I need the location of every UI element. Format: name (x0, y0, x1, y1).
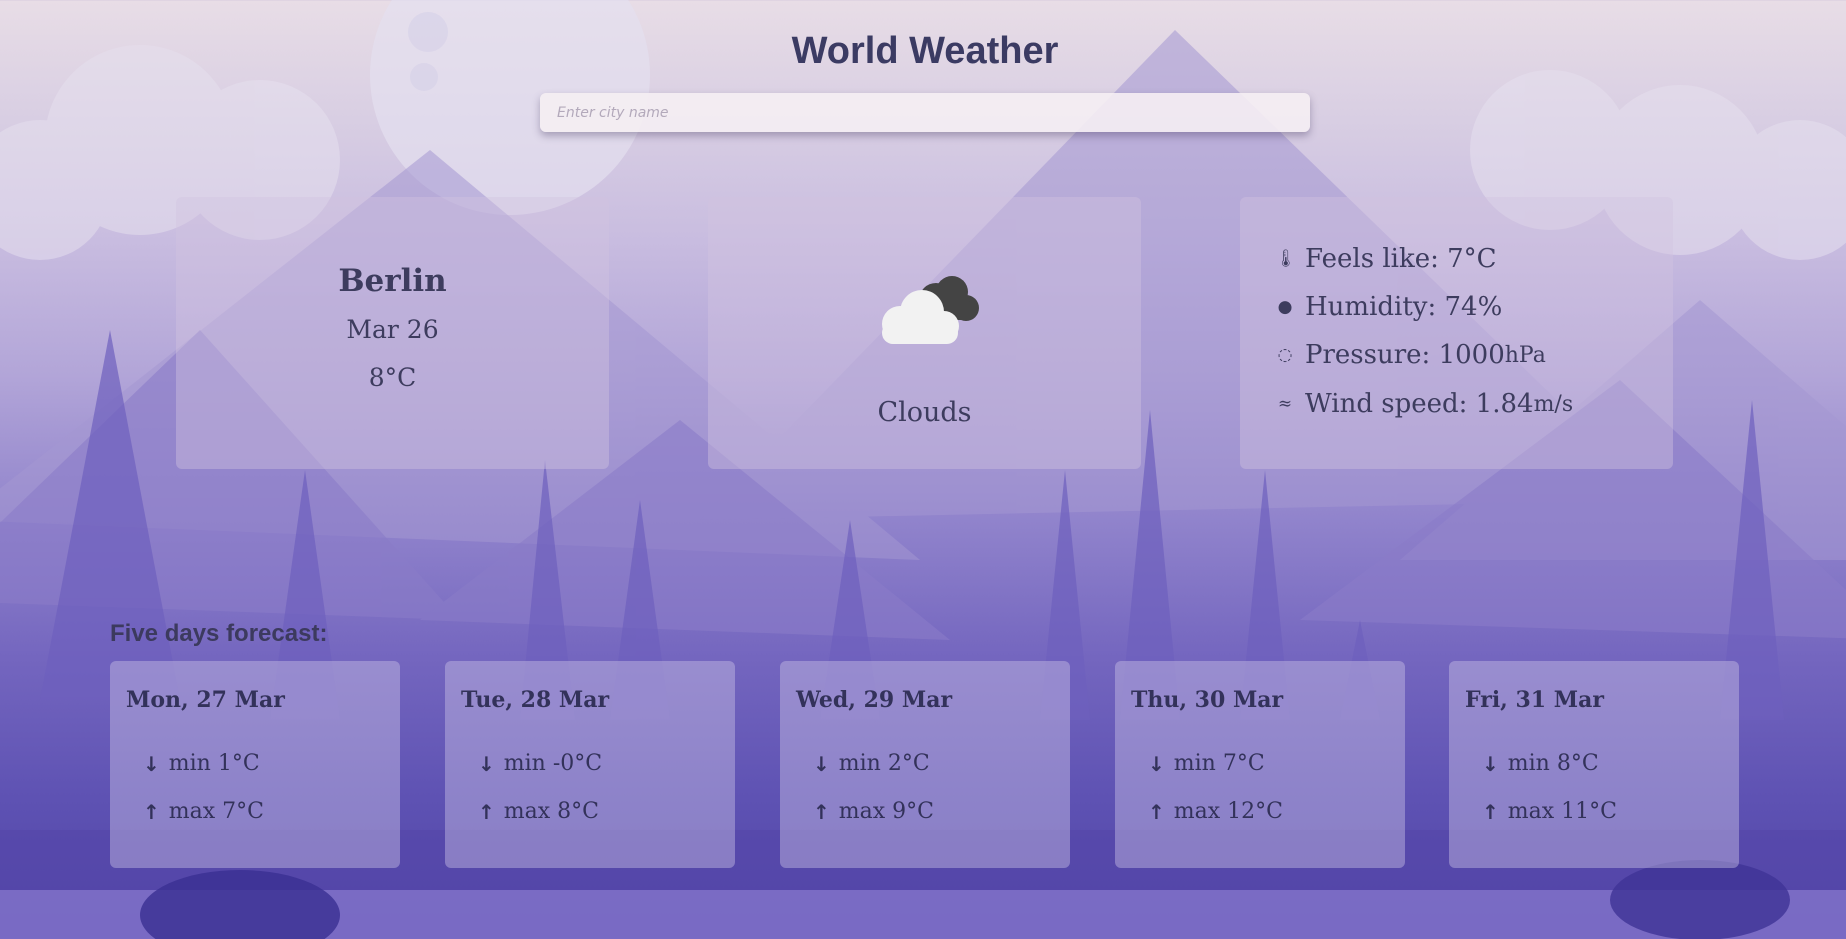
current-city-panel: Berlin Mar 26 8°C (176, 197, 609, 469)
forecast-day-name: Tue, 28 Mar (461, 687, 610, 713)
arrow-up-icon: ↑ (143, 799, 160, 824)
forecast-day-card: Fri, 31 Mar ↓ min 8°C ↑ max 11°C (1449, 661, 1739, 868)
arrow-up-icon: ↑ (813, 799, 830, 824)
forecast-min-temp: min 1°C (168, 751, 260, 776)
arrow-down-icon: ↓ (143, 751, 160, 776)
forecast-min-temp: min 8°C (1507, 751, 1599, 776)
forecast-max-row: ↑ max 12°C (1148, 799, 1283, 824)
forecast-day-card: Tue, 28 Mar ↓ min -0°C ↑ max 8°C (445, 661, 735, 868)
cloud-icon (882, 276, 979, 344)
forecast-day-card: Thu, 30 Mar ↓ min 7°C ↑ max 12°C (1115, 661, 1405, 868)
arrow-down-icon: ↓ (813, 751, 830, 776)
arrow-up-icon: ↑ (478, 799, 495, 824)
current-date: Mar 26 (346, 315, 439, 344)
feels-like-text: Feels like: 7°C (1305, 244, 1497, 274)
forecast-min-temp: min 7°C (1173, 751, 1265, 776)
details-panel: 🌡︎ Feels like: 7°C ● Humidity: 74% ◌ Pre… (1240, 197, 1673, 469)
thermometer-icon: 🌡︎ (1275, 249, 1297, 269)
forecast-day-card: Wed, 29 Mar ↓ min 2°C ↑ max 9°C (780, 661, 1070, 868)
forecast-title: Five days forecast: (110, 620, 328, 647)
pressure-unit: hPa (1504, 342, 1546, 368)
forecast-min-temp: min -0°C (503, 751, 603, 776)
forecast-max-row: ↑ max 9°C (813, 799, 934, 824)
forecast-max-temp: max 8°C (503, 799, 599, 824)
pressure-text: Pressure: 1000 (1305, 340, 1505, 370)
pressure-icon: ◌ (1277, 345, 1293, 365)
feels-like-row: 🌡︎ Feels like: 7°C (1275, 239, 1497, 279)
page-title: World Weather (791, 30, 1059, 72)
forecast-min-row: ↓ min -0°C (478, 751, 602, 776)
forecast-min-row: ↓ min 8°C (1482, 751, 1599, 776)
arrow-down-icon: ↓ (1148, 751, 1165, 776)
pressure-row: ◌ Pressure: 1000 hPa (1275, 335, 1546, 375)
wind-icon: ≈ (1277, 394, 1293, 414)
forecast-day-card: Mon, 27 Mar ↓ min 1°C ↑ max 7°C (110, 661, 400, 868)
forecast-min-row: ↓ min 1°C (143, 751, 260, 776)
wind-row: ≈ Wind speed: 1.84 m/s (1275, 384, 1573, 424)
arrow-up-icon: ↑ (1148, 799, 1165, 824)
forecast-max-row: ↑ max 7°C (143, 799, 264, 824)
arrow-up-icon: ↑ (1482, 799, 1499, 824)
arrow-down-icon: ↓ (1482, 751, 1499, 776)
humidity-text: Humidity: 74% (1305, 292, 1503, 322)
city-search-input[interactable] (540, 93, 1310, 132)
arrow-down-icon: ↓ (478, 751, 495, 776)
wind-unit: m/s (1533, 391, 1574, 417)
city-name: Berlin (338, 263, 447, 299)
condition-label: Clouds (877, 397, 972, 428)
condition-panel: Clouds (708, 197, 1141, 469)
forecast-max-temp: max 11°C (1507, 799, 1617, 824)
wind-text: Wind speed: 1.84 (1305, 389, 1534, 419)
search-box[interactable] (540, 93, 1310, 132)
forecast-min-row: ↓ min 2°C (813, 751, 930, 776)
forecast-day-name: Mon, 27 Mar (126, 687, 285, 713)
forecast-max-row: ↑ max 11°C (1482, 799, 1617, 824)
forecast-max-temp: max 12°C (1173, 799, 1283, 824)
forecast-max-temp: max 9°C (838, 799, 934, 824)
forecast-max-row: ↑ max 8°C (478, 799, 599, 824)
current-temperature: 8°C (368, 363, 417, 392)
humidity-row: ● Humidity: 74% (1275, 287, 1503, 327)
droplet-icon: ● (1277, 297, 1293, 317)
forecast-max-temp: max 7°C (168, 799, 264, 824)
forecast-min-temp: min 2°C (838, 751, 930, 776)
forecast-day-name: Thu, 30 Mar (1131, 687, 1284, 713)
forecast-min-row: ↓ min 7°C (1148, 751, 1265, 776)
forecast-day-name: Fri, 31 Mar (1465, 687, 1604, 713)
forecast-day-name: Wed, 29 Mar (796, 687, 953, 713)
